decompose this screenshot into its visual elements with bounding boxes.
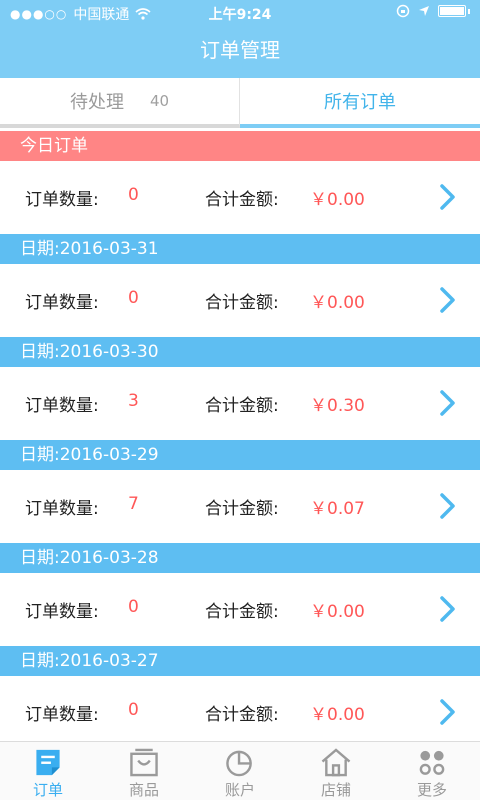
tabbar-item-more[interactable]: 更多 bbox=[384, 742, 480, 800]
orientation-lock-icon bbox=[396, 4, 410, 18]
date-header: 日期:2016-03-29 bbox=[0, 440, 480, 470]
total-amount-value: ￥0.00 bbox=[310, 190, 365, 210]
order-group: 日期:2016-03-27 订单数量: 0 合计金额: ￥0.00 bbox=[0, 646, 480, 750]
order-summary-row[interactable]: 订单数量: 0 合计金额: ￥0.00 bbox=[0, 264, 480, 338]
tabbar-label: 账户 bbox=[224, 781, 255, 799]
order-summary-row[interactable]: 订单数量: 0 合计金额: ￥0.00 bbox=[0, 676, 480, 750]
chevron-right-icon[interactable] bbox=[438, 595, 458, 623]
order-count-label: 订单数量: bbox=[25, 499, 99, 519]
date-header: 日期:2016-03-31 bbox=[0, 234, 480, 264]
order-count-value: 0 bbox=[128, 597, 139, 617]
total-amount-value: ￥0.00 bbox=[310, 705, 365, 725]
total-amount-label: 合计金额: bbox=[205, 293, 279, 313]
order-count-label: 订单数量: bbox=[25, 705, 99, 725]
total-amount-value: ￥0.00 bbox=[310, 293, 365, 313]
order-summary-row[interactable]: 订单数量: 7 合计金额: ￥0.07 bbox=[0, 470, 480, 544]
order-count-label: 订单数量: bbox=[25, 602, 99, 622]
page-title: 订单管理 bbox=[200, 38, 280, 62]
order-summary-row[interactable]: 订单数量: 0 合计金额: ￥0.00 bbox=[0, 573, 480, 647]
tab-pending-count: 40 bbox=[149, 92, 170, 110]
order-count-value: 0 bbox=[128, 288, 139, 308]
tabbar-label: 更多 bbox=[416, 781, 447, 799]
order-count-label: 订单数量: bbox=[25, 190, 99, 210]
tab-all-orders[interactable]: 所有订单 bbox=[240, 78, 480, 128]
order-group: 日期:2016-03-29 订单数量: 7 合计金额: ￥0.07 bbox=[0, 440, 480, 544]
chevron-right-icon[interactable] bbox=[438, 389, 458, 417]
status-bar: ●●●○○ 中国联通 上午9:24 bbox=[0, 0, 480, 26]
store-house-icon bbox=[321, 748, 351, 777]
order-group: 日期:2016-03-31 订单数量: 0 合计金额: ￥0.00 bbox=[0, 234, 480, 338]
more-dots-icon bbox=[419, 750, 445, 775]
tab-pending-label: 待处理 bbox=[69, 92, 124, 113]
tabbar-item-account[interactable]: 账户 bbox=[192, 742, 288, 800]
date-header: 日期:2016-03-28 bbox=[0, 543, 480, 573]
tabbar-label: 商品 bbox=[128, 781, 159, 799]
order-count-value: 0 bbox=[128, 700, 139, 720]
order-summary-row[interactable]: 订单数量: 0 合计金额: ￥0.00 bbox=[0, 161, 480, 235]
order-count-value: 3 bbox=[128, 391, 139, 411]
tabbar-item-products[interactable]: 商品 bbox=[96, 742, 192, 800]
total-amount-value: ￥0.07 bbox=[310, 499, 365, 519]
order-count-label: 订单数量: bbox=[25, 293, 99, 313]
order-count-value: 0 bbox=[128, 185, 139, 205]
status-right bbox=[396, 4, 470, 18]
total-amount-label: 合计金额: bbox=[205, 190, 279, 210]
order-group: 今日订单 订单数量: 0 合计金额: ￥0.00 bbox=[0, 131, 480, 235]
total-amount-label: 合计金额: bbox=[205, 705, 279, 725]
total-amount-label: 合计金额: bbox=[205, 602, 279, 622]
date-header: 日期:2016-03-30 bbox=[0, 337, 480, 367]
total-amount-label: 合计金额: bbox=[205, 499, 279, 519]
battery-tip bbox=[468, 8, 470, 14]
products-icon bbox=[130, 748, 158, 777]
total-amount-value: ￥0.30 bbox=[310, 396, 365, 416]
order-group: 日期:2016-03-30 订单数量: 3 合计金额: ￥0.30 bbox=[0, 337, 480, 441]
order-group: 日期:2016-03-28 订单数量: 0 合计金额: ￥0.00 bbox=[0, 543, 480, 647]
date-header: 日期:2016-03-27 bbox=[0, 646, 480, 676]
chevron-right-icon[interactable] bbox=[438, 286, 458, 314]
tabbar-label: 订单 bbox=[32, 781, 63, 799]
bottom-tab-bar: 订单 商品 账户 店铺 更多 bbox=[0, 741, 480, 800]
chevron-right-icon[interactable] bbox=[438, 492, 458, 520]
orders-icon bbox=[36, 749, 60, 776]
segment-tabs: 待处理 40 所有订单 bbox=[0, 78, 480, 128]
order-summary-row[interactable]: 订单数量: 3 合计金额: ￥0.30 bbox=[0, 367, 480, 441]
chevron-right-icon[interactable] bbox=[438, 698, 458, 726]
tabbar-item-orders[interactable]: 订单 bbox=[0, 742, 96, 800]
order-count-label: 订单数量: bbox=[25, 396, 99, 416]
tab-all-orders-label: 所有订单 bbox=[324, 92, 396, 113]
tabbar-item-store[interactable]: 店铺 bbox=[288, 742, 384, 800]
today-header: 今日订单 bbox=[0, 131, 480, 161]
tabbar-label: 店铺 bbox=[320, 781, 351, 799]
order-count-value: 7 bbox=[128, 494, 139, 514]
account-pie-icon bbox=[226, 750, 252, 777]
chevron-right-icon[interactable] bbox=[438, 183, 458, 211]
total-amount-label: 合计金额: bbox=[205, 396, 279, 416]
location-arrow-icon bbox=[419, 6, 429, 16]
nav-bar: 订单管理 bbox=[0, 26, 480, 78]
battery-icon bbox=[438, 5, 466, 17]
tab-pending[interactable]: 待处理 40 bbox=[0, 78, 240, 128]
total-amount-value: ￥0.00 bbox=[310, 602, 365, 622]
